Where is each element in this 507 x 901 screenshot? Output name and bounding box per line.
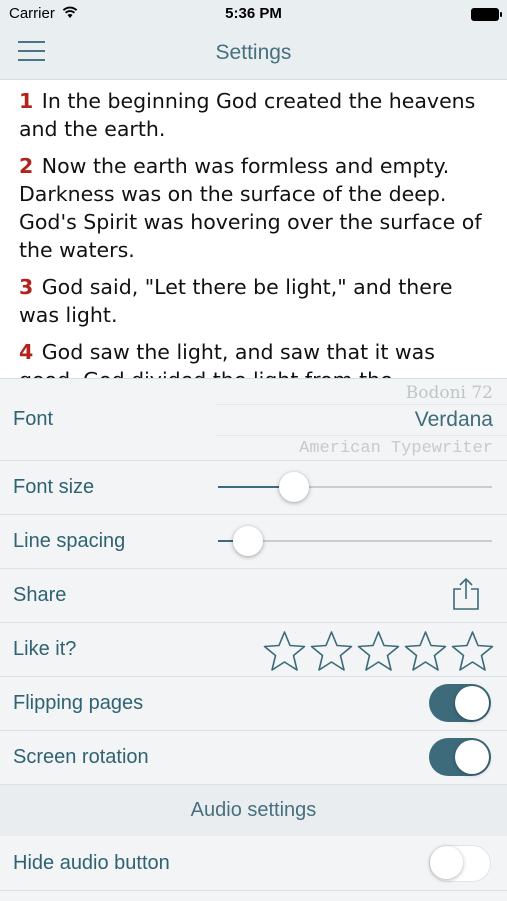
font-option[interactable]: Bodoni 72 [406,383,493,403]
verse: 1 In the beginning God created the heave… [19,87,488,143]
verse-number: 3 [19,275,34,299]
star-icon[interactable] [309,630,354,672]
star-icon[interactable] [262,630,307,672]
font-size-slider[interactable] [218,472,492,502]
battery-icon [471,8,502,21]
navigation-bar: Settings [0,27,507,80]
star-rating[interactable] [262,630,495,672]
screen-rotation-row: Screen rotation [0,731,507,785]
slider-thumb[interactable] [279,472,309,502]
screen-rotation-label: Screen rotation [13,746,149,768]
flipping-pages-row: Flipping pages [0,677,507,731]
flipping-pages-label: Flipping pages [13,692,144,714]
font-label: Font [13,408,54,430]
toggle-knob [455,686,489,720]
like-label: Like it? [13,638,77,660]
share-icon[interactable] [452,577,480,611]
slider-thumb[interactable] [232,526,263,556]
slider-fill [218,540,235,542]
screen-rotation-toggle[interactable] [429,738,491,776]
page-title: Settings [215,41,292,64]
hide-audio-label: Hide audio button [13,852,170,874]
verse-number: 4 [19,340,34,364]
verse-reader[interactable]: 1 In the beginning God created the heave… [0,80,507,380]
font-picker-selected[interactable]: Verdana [415,408,493,432]
status-time: 5:36 PM [225,5,282,22]
verse-text: God said, "Let there be light," and ther… [19,275,453,327]
verse: 4 God saw the light, and saw that it was… [19,338,488,380]
star-icon[interactable] [403,630,448,672]
verse: 3 God said, "Let there be light," and th… [19,273,488,329]
share-label: Share [13,584,67,606]
font-option[interactable]: American Typewriter [299,439,493,458]
verse-text: Now the earth was formless and empty. Da… [19,154,482,262]
verse: 2 Now the earth was formless and empty. … [19,152,488,264]
flipping-pages-toggle[interactable] [429,684,491,722]
settings-panel: Font Bodoni 72 Verdana American Typewrit… [0,378,507,901]
share-row[interactable]: Share [0,569,507,623]
status-bar: Carrier 5:36 PM [0,0,507,27]
hide-audio-toggle[interactable] [429,845,491,882]
slider-fill [218,486,287,488]
toggle-knob [430,846,463,879]
picker-divider [216,435,507,436]
picker-divider [216,404,507,405]
font-size-label: Font size [13,476,95,498]
toggle-knob [455,740,489,774]
line-spacing-row: Line spacing [0,515,507,569]
line-spacing-slider[interactable] [218,526,492,556]
star-icon[interactable] [356,630,401,672]
verse-text: God saw the light, and saw that it was g… [19,340,435,380]
font-size-row: Font size [0,461,507,515]
verse-text: In the beginning God created the heavens… [19,89,476,141]
font-row: Font Bodoni 72 Verdana American Typewrit… [0,379,507,461]
line-spacing-label: Line spacing [13,530,126,552]
audio-settings-header: Audio settings [0,785,507,836]
verse-number: 1 [19,89,34,113]
hide-audio-row: Hide audio button [0,837,507,891]
star-icon[interactable] [450,630,495,672]
rating-row: Like it? [0,623,507,677]
verse-number: 2 [19,154,34,178]
